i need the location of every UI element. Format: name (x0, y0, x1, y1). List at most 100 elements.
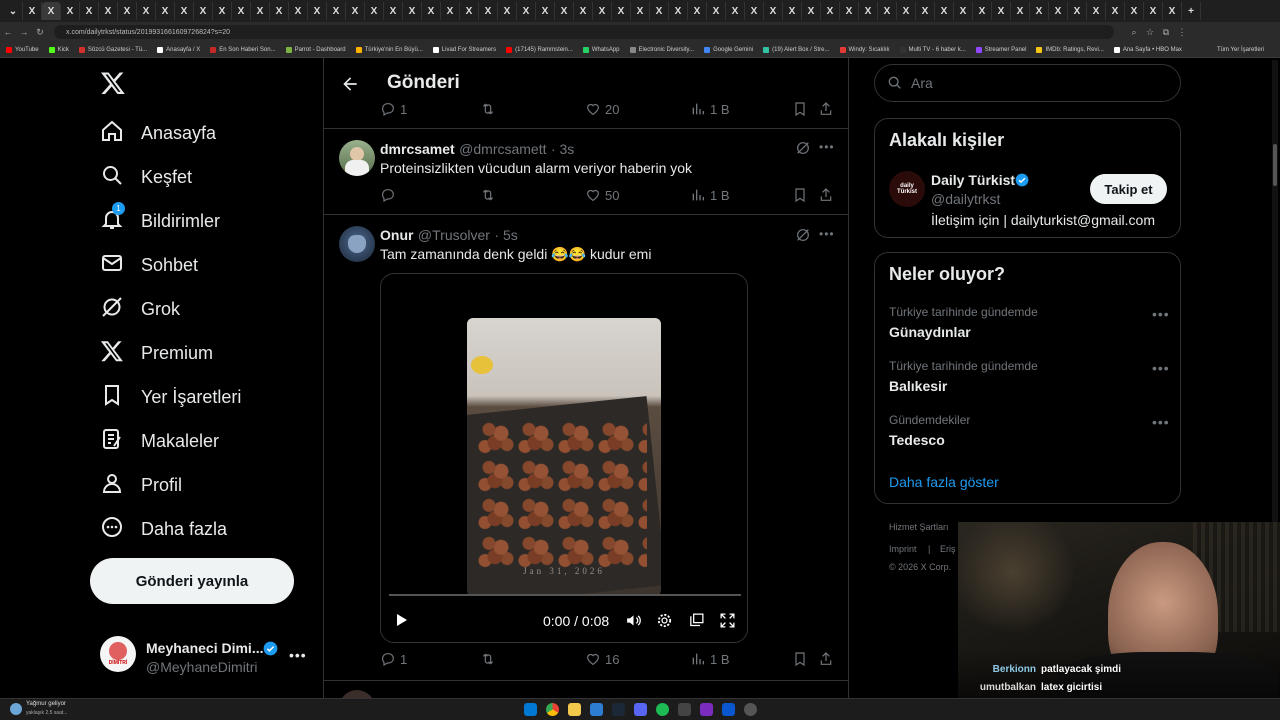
share-icon[interactable] (818, 187, 838, 203)
browser-tab[interactable]: X (384, 2, 403, 20)
sidebar-item-9[interactable]: Daha fazla (100, 509, 227, 549)
bookmark-item[interactable]: Türkiye'nin En Büyü... (355, 46, 423, 53)
browser-tab[interactable]: X (726, 2, 745, 20)
browser-tab[interactable]: X (194, 2, 213, 20)
browser-tab[interactable]: X (1030, 2, 1049, 20)
bookmark-icon[interactable] (792, 187, 812, 203)
menu-icon[interactable]: ⋮ (1174, 27, 1190, 38)
browser-tab[interactable]: X (688, 2, 707, 20)
browser-tab[interactable]: X (612, 2, 631, 20)
share-icon[interactable] (818, 651, 838, 667)
bookmark-item[interactable]: Sözcü Gazetesi - Tü... (78, 46, 147, 53)
browser-tab[interactable]: X (232, 2, 251, 20)
new-tab-button[interactable]: + (1182, 2, 1201, 20)
bookmark-item[interactable]: Anasayfa / X (157, 46, 200, 53)
star-icon[interactable]: ☆ (1142, 27, 1158, 38)
browser-tab[interactable]: X (498, 2, 517, 20)
trend-more-icon[interactable]: ••• (1152, 360, 1170, 376)
browser-tab[interactable]: X (422, 2, 441, 20)
browser-tab[interactable]: X (783, 2, 802, 20)
browser-tab[interactable]: X (764, 2, 783, 20)
browser-tab[interactable]: X (897, 2, 916, 20)
browser-tab[interactable]: X (1087, 2, 1106, 20)
play-icon[interactable] (393, 612, 409, 628)
reply-button[interactable]: 1 (380, 101, 407, 117)
avatar[interactable]: daily Türkist (889, 171, 925, 207)
picture-in-picture-icon[interactable] (688, 612, 705, 629)
browser-tab[interactable]: X (460, 2, 479, 20)
browser-tab[interactable]: X (935, 2, 954, 20)
sidebar-item-2[interactable]: 1 Bildirimler (100, 201, 220, 241)
sidebar-item-4[interactable]: Grok (100, 289, 180, 329)
discord-icon[interactable] (634, 703, 647, 716)
grok-icon[interactable] (795, 227, 811, 243)
app-icon[interactable] (722, 703, 735, 716)
bookmark-icon[interactable] (792, 101, 812, 117)
browser-tab[interactable]: X (916, 2, 935, 20)
grok-icon[interactable] (795, 140, 811, 156)
show-more-link[interactable]: Daha fazla göster (889, 474, 999, 490)
bookmark-item[interactable]: (19) Alert Box / Stre... (763, 46, 830, 53)
bookmark-item[interactable]: Kick (48, 46, 69, 53)
browser-tab[interactable]: X (631, 2, 650, 20)
tweet-author-handle[interactable]: @dmrcsamett (459, 141, 546, 157)
browser-tab[interactable]: X (973, 2, 992, 20)
trend-more-icon[interactable]: ••• (1152, 306, 1170, 322)
bookmark-item[interactable]: Livad For Streamers (432, 46, 496, 53)
sidebar-item-6[interactable]: Yer İşaretleri (100, 377, 241, 417)
file-explorer-icon[interactable] (568, 703, 581, 716)
browser-tab[interactable]: X (840, 2, 859, 20)
browser-tab[interactable]: X (992, 2, 1011, 20)
avatar[interactable]: DİMİTRİ (100, 636, 136, 672)
browser-tab[interactable]: X (118, 2, 137, 20)
share-icon[interactable] (818, 101, 838, 117)
browser-tab[interactable]: X (23, 2, 42, 20)
footer-link[interactable]: Eriş (940, 544, 956, 554)
bookmark-item[interactable]: IMDb: Ratings, Revi... (1036, 46, 1104, 53)
forward-nav-icon[interactable]: → (16, 27, 32, 37)
browser-tab[interactable]: X (821, 2, 840, 20)
browser-tab[interactable]: X (878, 2, 897, 20)
footer-link[interactable]: Imprint (889, 544, 917, 554)
sidebar-item-0[interactable]: Anasayfa (100, 113, 216, 153)
search-bar[interactable]: Ara (874, 64, 1181, 102)
tweet-time[interactable]: · 5s (494, 227, 517, 243)
trend-more-icon[interactable]: ••• (1152, 414, 1170, 430)
back-arrow-icon[interactable] (340, 74, 360, 94)
browser-tab[interactable]: X (99, 2, 118, 20)
avatar[interactable] (339, 140, 375, 176)
browser-tab[interactable]: X (251, 2, 270, 20)
browser-tab[interactable]: X (1011, 2, 1030, 20)
browser-tab[interactable]: X (707, 2, 726, 20)
browser-tab[interactable]: X (1125, 2, 1144, 20)
sidebar-item-1[interactable]: Keşfet (100, 157, 192, 197)
browser-tab[interactable]: X (555, 2, 574, 20)
browser-tab[interactable]: X (802, 2, 821, 20)
footer-link[interactable]: Hizmet Şartları (889, 522, 949, 532)
reply-button[interactable]: 1 (380, 651, 407, 667)
bookmark-item[interactable]: (17145) Rammstein... (506, 46, 573, 53)
browser-tab[interactable]: X (156, 2, 175, 20)
volume-icon[interactable] (625, 612, 642, 629)
browser-tab[interactable]: X (669, 2, 688, 20)
tweet-more-icon[interactable]: ••• (819, 227, 835, 241)
app-icon[interactable] (678, 703, 691, 716)
video-player[interactable]: Jan 31, 2026 0:00 / 0:08 (380, 273, 748, 643)
browser-tab[interactable]: X (1163, 2, 1182, 20)
tweet-time[interactable]: · 3s (551, 141, 574, 157)
bookmark-item[interactable]: Parrot - Dashboard (285, 46, 346, 53)
app-icon[interactable] (590, 703, 603, 716)
reload-icon[interactable]: ↻ (32, 27, 48, 38)
weather-text[interactable]: Yağmur geliyor (26, 701, 66, 707)
bookmark-item[interactable]: Electronic Diversity... (629, 46, 694, 53)
x-logo-icon[interactable] (100, 70, 126, 96)
chrome-icon[interactable] (546, 703, 559, 716)
tab-search-icon[interactable]: ⌄ (4, 2, 23, 20)
bookmark-icon[interactable] (792, 651, 812, 667)
sidebar-item-5[interactable]: Premium (100, 333, 213, 373)
browser-tab[interactable]: X (1068, 2, 1087, 20)
browser-tab[interactable]: X (327, 2, 346, 20)
bookmark-item[interactable]: Multi TV - 6 haber k... (899, 46, 966, 53)
browser-tab[interactable]: X (441, 2, 460, 20)
browser-tab[interactable]: X (308, 2, 327, 20)
